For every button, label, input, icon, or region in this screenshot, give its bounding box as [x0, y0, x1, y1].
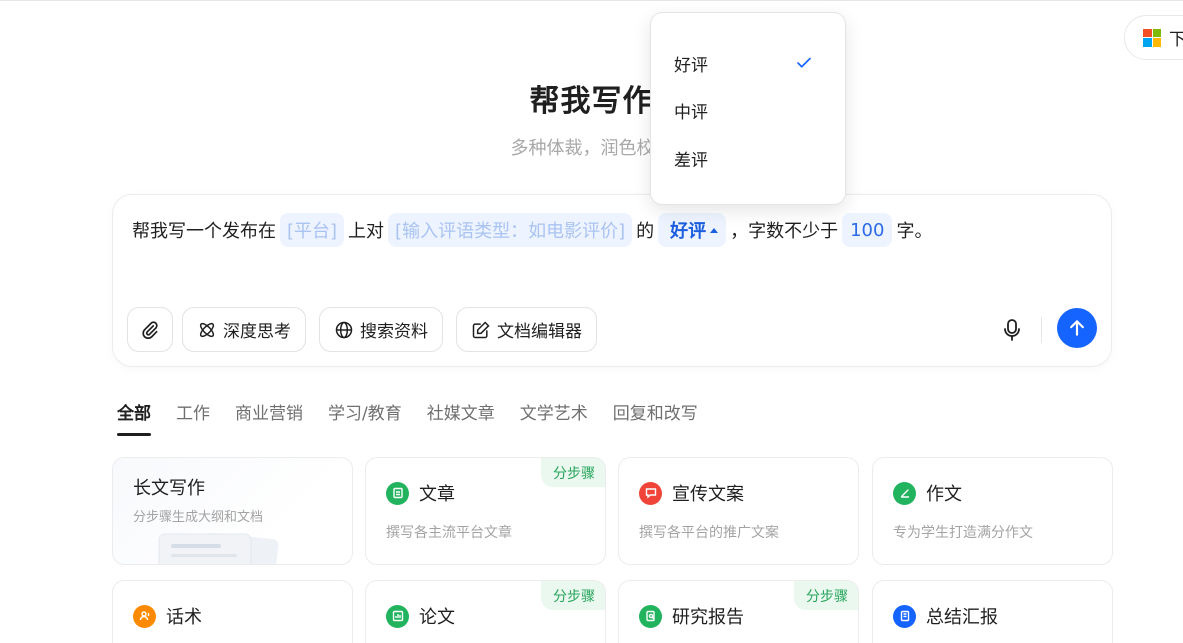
- rating-option-good[interactable]: 好评: [651, 41, 847, 85]
- card-title: 论文: [419, 607, 455, 628]
- rating-option-bad[interactable]: 差评: [651, 136, 847, 180]
- prompt-text-de: 的: [636, 221, 655, 242]
- search-button[interactable]: 搜索资料: [319, 307, 443, 352]
- check-icon: [797, 57, 811, 68]
- download-label: 下: [1169, 30, 1183, 50]
- tab-social[interactable]: 社媒文章: [427, 402, 495, 436]
- card-research[interactable]: 分步骤 研究报告: [618, 580, 859, 643]
- atom-icon: [199, 322, 215, 337]
- rating-option-label: 好评: [674, 55, 708, 76]
- globe-icon: [335, 321, 353, 338]
- card-paper[interactable]: 分步骤 论文: [365, 580, 606, 643]
- pencil-icon: [893, 481, 916, 505]
- card-article[interactable]: 分步骤 文章 撰写各主流平台文章: [365, 457, 606, 565]
- card-desc: 分步骤生成大纲和文档: [133, 510, 264, 525]
- card-title: 长文写作: [133, 478, 205, 499]
- card-promo[interactable]: 宣传文案 撰写各平台的推广文案: [618, 457, 859, 565]
- microphone-button[interactable]: [997, 313, 1027, 347]
- prompt-text-end: 字。: [896, 221, 933, 242]
- doc-editor-label: 文档编辑器: [497, 322, 582, 342]
- platform-slot[interactable]: [平台]: [280, 213, 345, 247]
- summary-doc-icon: [893, 604, 916, 628]
- send-button[interactable]: [1057, 308, 1097, 348]
- page-title: 帮我写作: [529, 84, 654, 119]
- word-count-slot[interactable]: 100: [842, 213, 893, 247]
- arrow-up-icon: [1070, 320, 1084, 336]
- tab-marketing[interactable]: 商业营销: [235, 402, 303, 436]
- download-button[interactable]: 下: [1124, 15, 1183, 60]
- message-icon: [639, 481, 662, 505]
- tab-literature[interactable]: 文学艺术: [520, 402, 588, 436]
- card-essay[interactable]: 作文 专为学生打造满分作文: [872, 457, 1113, 565]
- user-speech-icon: [133, 604, 156, 628]
- caret-up-icon: [710, 227, 719, 233]
- windows-logo-icon: [1143, 28, 1161, 47]
- card-script[interactable]: 话术: [112, 580, 353, 643]
- article-icon: [386, 481, 409, 505]
- microphone-icon: [1004, 319, 1020, 341]
- tab-education[interactable]: 学习/教育: [328, 402, 402, 436]
- rating-dropdown: 好评 中评 差评: [650, 12, 846, 205]
- paperclip-icon: [142, 320, 158, 339]
- top-divider: [0, 0, 1183, 1]
- card-title: 文章: [419, 484, 455, 505]
- card-desc: 专为学生打造满分作文: [893, 525, 1033, 541]
- document-stack-icon: [158, 533, 279, 564]
- step-badge: 分步骤: [541, 458, 605, 487]
- rating-option-label: 中评: [674, 102, 708, 123]
- report-search-icon: [639, 604, 662, 628]
- card-summary[interactable]: 总结汇报: [872, 580, 1113, 643]
- rating-select-value: 好评: [670, 221, 707, 242]
- search-label: 搜索资料: [360, 322, 428, 342]
- doc-editor-button[interactable]: 文档编辑器: [456, 307, 597, 352]
- tab-all[interactable]: 全部: [117, 402, 151, 436]
- card-title: 总结汇报: [926, 607, 998, 628]
- step-badge: 分步骤: [794, 581, 858, 610]
- card-title: 作文: [926, 484, 962, 505]
- deep-think-button[interactable]: 深度思考: [182, 307, 306, 352]
- rating-option-neutral[interactable]: 中评: [651, 88, 847, 132]
- edit-document-icon: [472, 320, 490, 338]
- bar-chart-icon: [386, 604, 409, 628]
- card-long-writing[interactable]: 长文写作 分步骤生成大纲和文档: [112, 457, 353, 565]
- send-divider: [1041, 317, 1042, 343]
- card-title: 话术: [166, 607, 202, 628]
- tab-work[interactable]: 工作: [176, 402, 210, 436]
- review-type-slot[interactable]: [输入评语类型：如电影评价]: [388, 213, 633, 247]
- page-subtitle: 多种体裁，润色校对: [510, 138, 673, 159]
- prompt-text-on: 上对: [348, 221, 385, 242]
- tab-reply-rewrite[interactable]: 回复和改写: [613, 402, 698, 436]
- card-desc: 撰写各平台的推广文案: [639, 525, 779, 541]
- rating-select[interactable]: 好评: [658, 213, 727, 247]
- prompt-template[interactable]: 帮我写一个发布在 [平台] 上对 [输入评语类型：如电影评价] 的 好评 ，字数…: [132, 212, 932, 248]
- prompt-text-prefix: 帮我写一个发布在: [132, 221, 276, 242]
- step-badge: 分步骤: [541, 581, 605, 610]
- prompt-composer[interactable]: 帮我写一个发布在 [平台] 上对 [输入评语类型：如电影评价] 的 好评 ，字数…: [112, 194, 1112, 367]
- prompt-text-word-count: ，字数不少于: [730, 221, 839, 242]
- attach-button[interactable]: [127, 307, 173, 352]
- card-title: 研究报告: [672, 607, 744, 628]
- card-title: 宣传文案: [672, 484, 744, 505]
- deep-think-label: 深度思考: [223, 322, 291, 342]
- card-desc: 撰写各主流平台文章: [386, 525, 512, 541]
- category-tabs: 全部 工作 商业营销 学习/教育 社媒文章 文学艺术 回复和改写: [117, 402, 723, 436]
- rating-option-label: 差评: [674, 150, 708, 171]
